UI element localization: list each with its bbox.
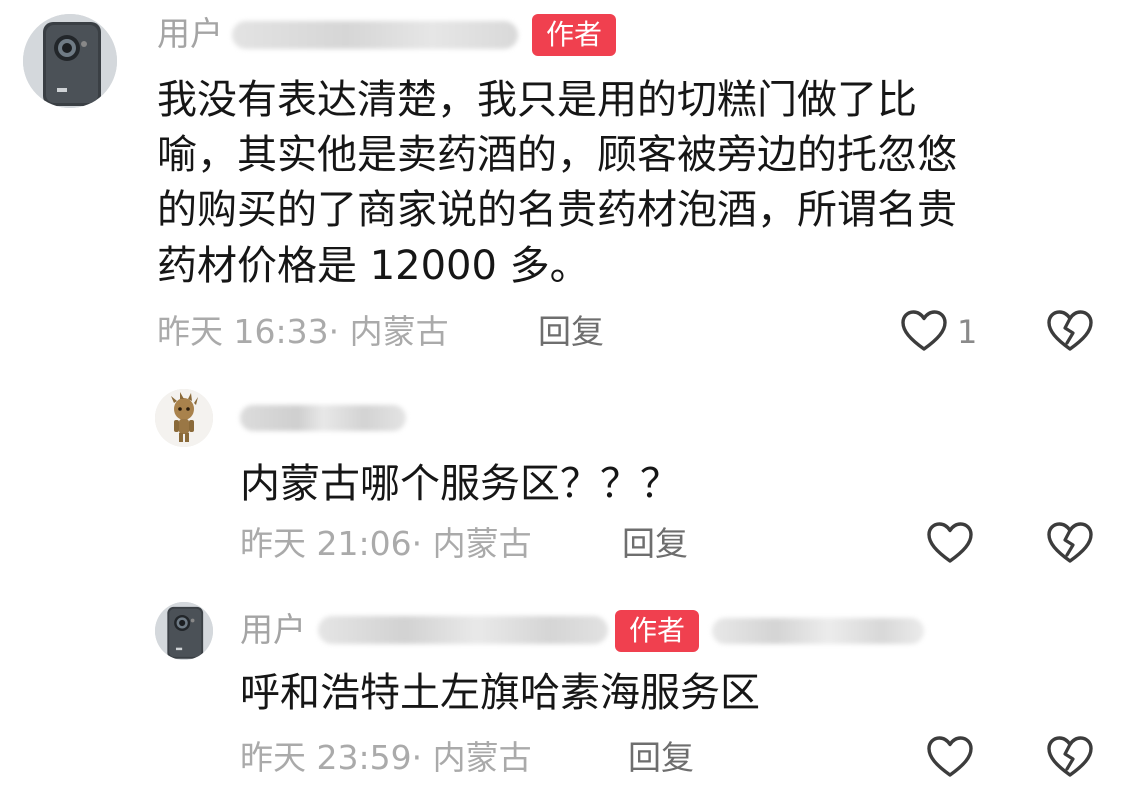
broken-heart-icon [1047, 736, 1093, 777]
like-count: 1 [957, 313, 978, 351]
avatar[interactable] [23, 14, 117, 108]
username-redacted [318, 616, 608, 644]
reply-timestamp-location: 昨天 23:59· 内蒙古 [240, 738, 532, 777]
avatar[interactable] [155, 389, 213, 447]
heart-outline-icon [927, 736, 973, 777]
dislike-button[interactable] [1046, 521, 1094, 565]
phone-avatar-icon [155, 602, 213, 660]
heart-outline-icon [927, 522, 973, 563]
dislike-button[interactable] [1046, 735, 1094, 779]
reply-button[interactable]: 回复 [538, 310, 604, 354]
dislike-button[interactable] [1046, 309, 1094, 353]
reply-button[interactable]: 回复 [628, 736, 694, 780]
username-redacted-suffix [712, 618, 924, 644]
comment-line-3: 的购买的了商家说的名贵药材泡酒，所谓名贵 [157, 187, 957, 233]
username-redacted [240, 405, 406, 431]
username-redacted [232, 21, 518, 49]
like-button[interactable] [926, 735, 974, 779]
reply-button[interactable]: 回复 [622, 522, 688, 566]
like-button[interactable] [926, 521, 974, 565]
username-label: 用户 [240, 610, 306, 649]
heart-outline-icon [901, 310, 947, 351]
author-badge: 作者 [532, 14, 616, 56]
username-label: 用户 [157, 14, 223, 53]
broken-heart-icon [1047, 522, 1093, 563]
like-button[interactable] [900, 309, 948, 353]
reply-text: 内蒙古哪个服务区？？？ [240, 461, 680, 507]
comment-line-1: 我没有表达清楚，我只是用的切糕门做了比 [157, 77, 917, 123]
comment-line-4: 药材价格是 12000 多。 [157, 243, 590, 289]
groot-avatar-icon [155, 389, 213, 447]
author-badge: 作者 [615, 610, 699, 652]
reply-text: 呼和浩特土左旗哈素海服务区 [240, 670, 760, 716]
comment-line-2: 喻，其实他是卖药酒的，顾客被旁边的托忽悠 [157, 132, 957, 178]
avatar[interactable] [155, 602, 213, 660]
comment-timestamp-location: 昨天 16:33· 内蒙古 [157, 312, 449, 351]
phone-avatar-icon [23, 14, 117, 108]
reply-timestamp-location: 昨天 21:06· 内蒙古 [240, 524, 532, 563]
broken-heart-icon [1047, 310, 1093, 351]
